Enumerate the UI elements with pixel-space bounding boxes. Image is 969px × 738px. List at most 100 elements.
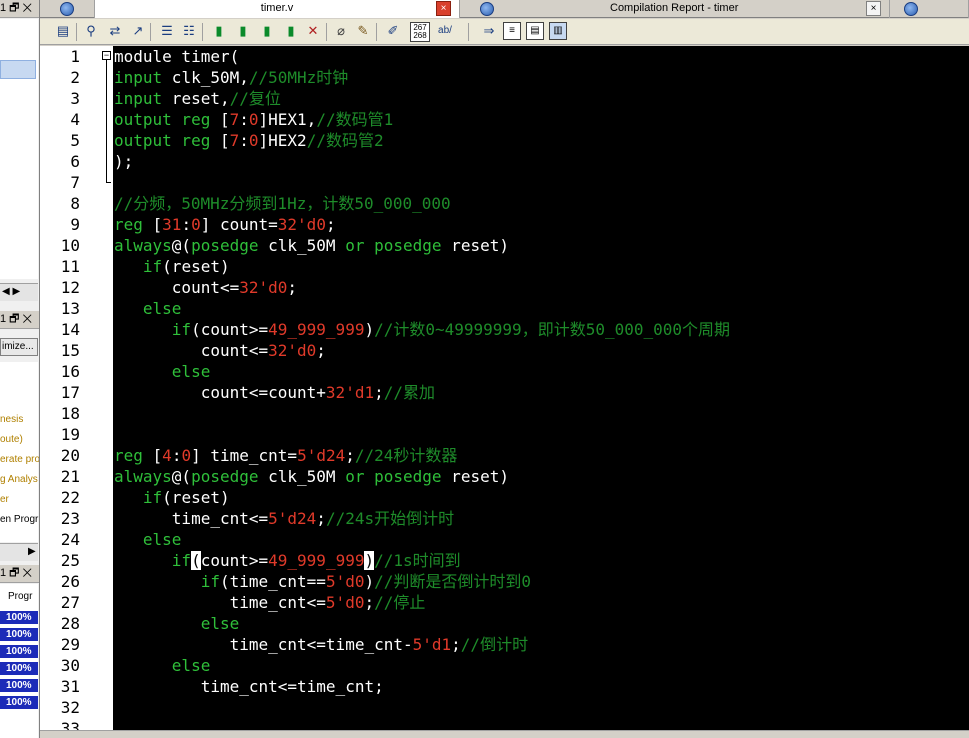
file-icon[interactable]: ▤ [54, 22, 72, 40]
task-item[interactable]: erate pro [0, 454, 39, 465]
code-token: or [345, 236, 365, 255]
tab-timer-v[interactable]: timer.v × [95, 0, 460, 18]
close-tab-icon[interactable]: × [436, 1, 451, 16]
code-line[interactable]: else [114, 655, 211, 676]
line-number: 33 [60, 719, 80, 730]
task-item[interactable]: en Progr [0, 514, 38, 525]
code-token: 0 [191, 215, 201, 234]
progress-column-header[interactable]: Progr [8, 591, 32, 602]
code-line[interactable]: module timer( [114, 46, 239, 67]
line-number: 27 [60, 593, 80, 612]
toolbar-separator [376, 23, 377, 41]
code-line[interactable]: reg [31:0] count=32'd0; [114, 214, 336, 235]
code-line[interactable]: count<=count+32'd1;//累加 [114, 382, 435, 403]
code-token: time_cnt<= [114, 509, 269, 528]
line-number: 21 [60, 467, 80, 486]
code-line[interactable]: output reg [7:0]HEX1,//数码管1 [114, 109, 393, 130]
code-line[interactable]: always@(posedge clk_50M or posedge reset… [114, 235, 509, 256]
panel-header-buttons-2[interactable]: 1 🗗 ✕ [0, 313, 32, 326]
code-line[interactable]: time_cnt<=5'd0;//停止 [114, 592, 426, 613]
find-replace-icon[interactable]: ⇄ [106, 22, 124, 40]
code-line[interactable]: if(time_cnt==5'd0)//判断是否倒计时到0 [114, 571, 531, 592]
code-line[interactable]: count<=32'd0; [114, 277, 297, 298]
code-editor[interactable]: module timer(input clk_50M,//50MHz时钟 inpu… [113, 46, 969, 730]
panel-header-buttons[interactable]: 1 🗗 ✕ [0, 2, 32, 15]
code-token: time_cnt<= [114, 593, 326, 612]
code-token: 32'd0 [277, 215, 326, 234]
horizontal-scrollbar[interactable] [40, 730, 969, 738]
panel-header-buttons-3[interactable]: 1 🗗 ✕ [0, 567, 32, 580]
bookmark-clear-icon[interactable]: ▮ [282, 22, 300, 40]
code-token: ; [325, 215, 336, 234]
toolbar-separator [150, 23, 151, 41]
code-token: if [171, 551, 192, 570]
code-token: ]HEX2 [258, 131, 307, 150]
bookmark-delete-icon[interactable]: ✕ [304, 22, 322, 40]
block-comment-icon[interactable]: ▤ [526, 22, 544, 40]
attach-icon[interactable]: ⌀ [332, 22, 350, 40]
code-token: [ [142, 446, 163, 465]
abc-icon[interactable]: ab/ [434, 22, 456, 40]
task-item[interactable]: er [0, 494, 9, 505]
bookmark-toggle-icon[interactable]: ▮ [210, 22, 228, 40]
code-token: input [114, 68, 163, 87]
project-tree-scrollbar[interactable]: ◀ ▶ [0, 283, 38, 301]
code-token: 32'd0 [268, 341, 317, 360]
code-line[interactable]: else [114, 613, 240, 634]
code-token: (time_cnt== [219, 572, 326, 591]
line-number: 6 [70, 152, 80, 171]
template-icon[interactable]: ≡ [503, 22, 521, 40]
code-line[interactable]: time_cnt<=5'd24;//24s开始倒计时 [114, 508, 454, 529]
line-number: 9 [70, 215, 80, 234]
tab-compilation-report[interactable]: Compilation Report - timer × [460, 0, 890, 18]
unindent-icon[interactable]: ☷ [180, 22, 198, 40]
code-line[interactable]: time_cnt<=time_cnt; [114, 676, 384, 697]
code-line[interactable]: input clk_50M,//50MHz时钟 [114, 67, 348, 88]
line-numbers-icon[interactable]: 267 268 [410, 22, 430, 42]
code-line[interactable]: input reset,//复位 [114, 88, 281, 109]
pen-icon[interactable]: ✐ [384, 22, 402, 40]
indent-icon[interactable]: ☰ [158, 22, 176, 40]
code-line[interactable]: output reg [7:0]HEX2//数码管2 [114, 130, 384, 151]
find-icon[interactable]: ⚲ [82, 22, 100, 40]
code-line[interactable]: else [114, 529, 182, 550]
insert-template-icon[interactable]: ⇒ [480, 22, 498, 40]
close-tab-icon[interactable]: × [866, 1, 881, 16]
project-tree[interactable] [0, 19, 38, 279]
code-line[interactable]: if(reset) [114, 256, 230, 277]
task-item[interactable]: nesis [0, 414, 23, 425]
collapse-icon[interactable]: − [102, 51, 111, 60]
progress-value: 100% [0, 662, 38, 676]
code-line[interactable]: if(count>=49_999_999)//计数0~49999999，即计数5… [114, 319, 730, 340]
code-token: reg [114, 215, 143, 234]
code-line[interactable]: time_cnt<=time_cnt-5'd1;//倒计时 [114, 634, 528, 655]
task-item[interactable]: g Analys [0, 474, 38, 485]
code-token: ; [316, 509, 326, 528]
code-line[interactable]: else [114, 298, 182, 319]
code-line[interactable]: reg [4:0] time_cnt=5'd24;//24秒计数器 [114, 445, 457, 466]
tab-next[interactable] [890, 0, 969, 18]
bookmark-prev-icon[interactable]: ▮ [258, 22, 276, 40]
code-line[interactable]: //分频，50MHz分频到1Hz，计数50_000_000 [114, 193, 451, 214]
optimize-button[interactable]: imize... [0, 338, 38, 356]
project-tree-selected-item[interactable] [0, 60, 36, 79]
code-line[interactable]: if(reset) [114, 487, 230, 508]
code-token: //累加 [383, 383, 436, 402]
tab-previous[interactable] [40, 0, 95, 18]
scroll-icon[interactable]: ✎ [354, 22, 372, 40]
code-line[interactable]: always@(posedge clk_50M or posedge reset… [114, 466, 509, 487]
code-token: //分频，50MHz分频到1Hz，计数50_000_000 [114, 194, 451, 213]
bookmark-next-icon[interactable]: ▮ [234, 22, 252, 40]
left-panel-strip: 1 🗗 ✕ ◀ ▶ 1 🗗 ✕ imize... nesis oute) era… [0, 0, 40, 738]
code-line[interactable]: count<=32'd0; [114, 340, 326, 361]
code-line[interactable]: if(count>=49_999_999)//1s时间到 [114, 550, 461, 571]
goto-icon[interactable]: ↗ [129, 22, 147, 40]
uncomment-icon[interactable]: ▥ [549, 22, 567, 40]
task-item[interactable]: oute) [0, 434, 23, 445]
code-line[interactable]: else [114, 361, 211, 382]
tasks-scrollbar[interactable]: ▶ [0, 543, 38, 561]
code-line[interactable]: ); [114, 151, 133, 172]
